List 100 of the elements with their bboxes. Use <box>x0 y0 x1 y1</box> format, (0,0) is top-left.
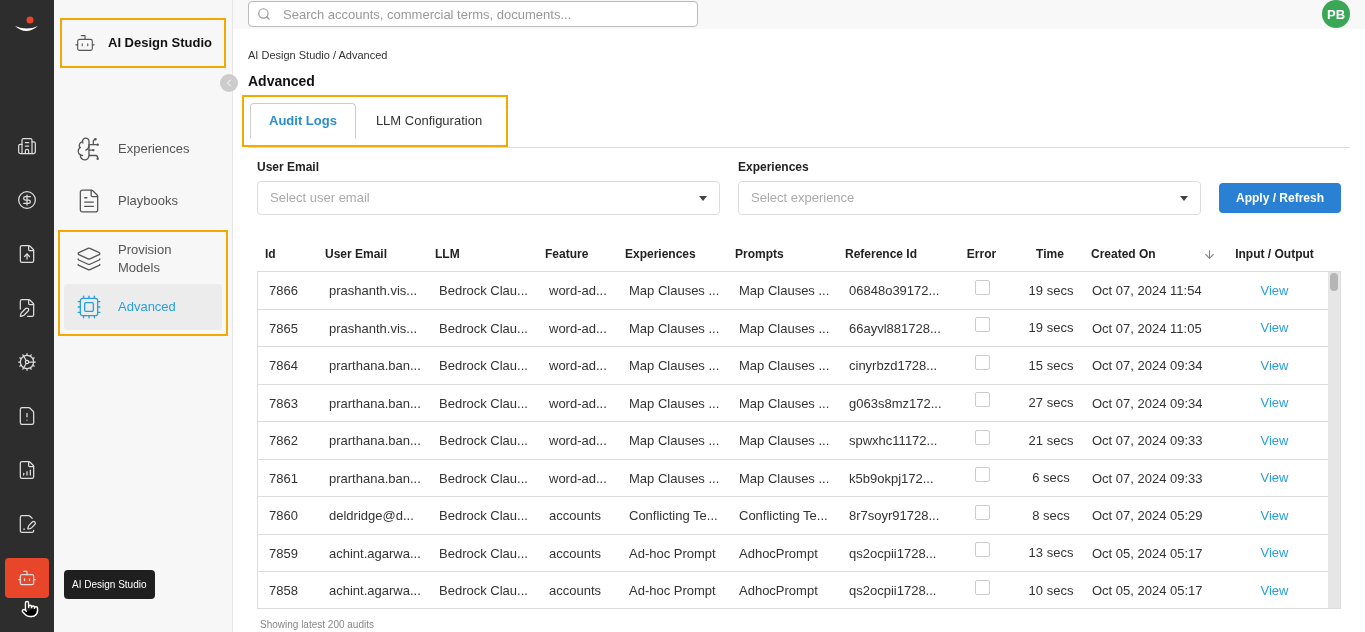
table-cell: Map Clauses ... <box>629 433 720 449</box>
table-cell: achint.agarwa... <box>329 545 421 561</box>
table-cell: Oct 07, 2024 11:05 <box>1092 320 1202 336</box>
table-cell: Map Clauses ... <box>739 283 830 299</box>
robot-icon <box>17 568 37 588</box>
table-cell: 06848o39172... <box>849 283 940 299</box>
view-link[interactable]: View <box>1260 318 1289 338</box>
table-cell: word-ad... <box>549 470 607 486</box>
table-cell: Conflicting Te... <box>739 508 828 524</box>
table-cell: 7858 <box>269 583 298 599</box>
search-input[interactable]: Search accounts, commercial terms, documents... <box>283 4 689 24</box>
footer-note: Showing latest 200 audits <box>260 618 375 632</box>
error-checkbox[interactable] <box>975 542 990 558</box>
table-cell-text: 27 secs <box>1028 394 1074 412</box>
table-cell: 66ayvl881728... <box>849 320 941 336</box>
table-cell: AdhocPrompt <box>739 545 818 561</box>
chip-icon <box>76 294 102 320</box>
tooltip: AI Design Studio <box>64 570 155 599</box>
dollar-icon <box>17 190 37 210</box>
error-checkbox[interactable] <box>975 317 990 333</box>
table-cell: accounts <box>549 545 602 561</box>
error-checkbox[interactable] <box>975 279 990 295</box>
table-cell: Map Clauses ... <box>629 283 720 299</box>
view-link[interactable]: View <box>1260 468 1289 488</box>
table-cell: prashanth.vis... <box>329 320 418 336</box>
table-cell: achint.agarwa... <box>329 583 421 599</box>
table-cell: 7861 <box>269 470 298 486</box>
table-cell: Bedrock Clau... <box>439 358 528 374</box>
error-checkbox[interactable] <box>975 392 990 408</box>
column-header: LLM <box>435 246 460 263</box>
table-cell: word-ad... <box>549 433 607 449</box>
upload-document-icon <box>17 244 37 264</box>
view-link[interactable]: View <box>1260 543 1289 563</box>
table-cell: word-ad... <box>549 358 607 374</box>
table-cell: Map Clauses ... <box>629 470 720 486</box>
table-cell-text: 13 secs <box>1028 544 1074 562</box>
table-cell: 7859 <box>269 545 298 561</box>
table-cell: Oct 07, 2024 05:29 <box>1092 508 1203 524</box>
table-cell: Map Clauses ... <box>739 470 830 486</box>
table-cell: Oct 05, 2024 05:17 <box>1092 545 1203 561</box>
layers-icon <box>76 246 102 272</box>
view-link[interactable]: View <box>1260 580 1289 600</box>
sidebar-item[interactable]: Experiences <box>64 126 222 172</box>
table-cell: Bedrock Clau... <box>439 433 528 449</box>
tab[interactable]: Audit Logs <box>250 103 356 139</box>
column-header: Reference Id <box>845 246 918 263</box>
error-checkbox[interactable] <box>975 429 990 445</box>
table-cell: Bedrock Clau... <box>439 583 528 599</box>
table-cell: prarthana.ban... <box>329 358 421 374</box>
error-checkbox[interactable] <box>975 504 990 520</box>
table-cell: Oct 07, 2024 09:33 <box>1092 433 1203 449</box>
select-field[interactable]: Select user email <box>257 181 720 215</box>
table-cell: Map Clauses ... <box>629 358 720 374</box>
table-cell: k5b9okpj172... <box>849 470 934 486</box>
avatar[interactable]: PB <box>1322 0 1350 29</box>
error-checkbox[interactable] <box>975 467 990 483</box>
warning-document-icon <box>17 406 37 426</box>
column-header: Time <box>1036 246 1064 263</box>
tab[interactable]: LLM Configuration <box>357 103 501 139</box>
table-cell: g063s8mz172... <box>849 395 942 411</box>
table-cell: 7860 <box>269 508 298 524</box>
table-cell: Map Clauses ... <box>739 320 830 336</box>
column-header: Input / Output <box>1235 246 1314 263</box>
table-cell: 7864 <box>269 358 298 374</box>
table-cell: Ad-hoc Prompt <box>629 545 716 561</box>
apply-refresh-button[interactable]: Apply / Refresh <box>1218 183 1341 213</box>
error-checkbox[interactable] <box>975 579 990 595</box>
collapse-button[interactable] <box>220 74 238 92</box>
select-field[interactable]: Select experience <box>738 181 1201 215</box>
view-link[interactable]: View <box>1260 355 1289 375</box>
table-cell: Map Clauses ... <box>629 320 720 336</box>
table-cell: word-ad... <box>549 395 607 411</box>
table-cell: Ad-hoc Prompt <box>629 583 716 599</box>
sidebar-item[interactable]: Playbooks <box>64 178 222 224</box>
table-cell: Map Clauses ... <box>739 433 830 449</box>
view-link[interactable]: View <box>1260 505 1289 525</box>
column-header: Created On <box>1091 246 1156 263</box>
edit-document-icon <box>17 298 37 318</box>
filter-label: Experiences <box>738 159 810 176</box>
table-cell-text: 8 secs <box>1032 506 1070 525</box>
view-link[interactable]: View <box>1260 393 1289 413</box>
caret-down-icon <box>1179 195 1188 201</box>
view-link[interactable]: View <box>1260 430 1289 450</box>
search-field[interactable]: Search accounts, commercial terms, documents... <box>248 1 698 28</box>
table-cell: cinyrbzd1728... <box>849 358 938 374</box>
table-cell: prarthana.ban... <box>329 395 421 411</box>
error-checkbox[interactable] <box>975 354 990 370</box>
view-link[interactable]: View <box>1260 280 1289 300</box>
table-cell: Conflicting Te... <box>629 508 718 524</box>
table-cell: Bedrock Clau... <box>439 470 528 486</box>
scrollbar[interactable] <box>1328 272 1340 608</box>
table-cell: prarthana.ban... <box>329 433 421 449</box>
column-header: Experiences <box>625 246 696 263</box>
table-cell: 7862 <box>269 433 298 449</box>
table-cell-text: 19 secs <box>1028 281 1074 300</box>
sidebar-item[interactable]: Advanced <box>64 284 222 330</box>
table-cell: word-ad... <box>549 283 607 299</box>
table-cell-text: 6 secs <box>1032 469 1070 487</box>
sidebar-item[interactable]: Provision Models <box>64 236 222 282</box>
table-cell: deldridge@d... <box>329 508 414 524</box>
